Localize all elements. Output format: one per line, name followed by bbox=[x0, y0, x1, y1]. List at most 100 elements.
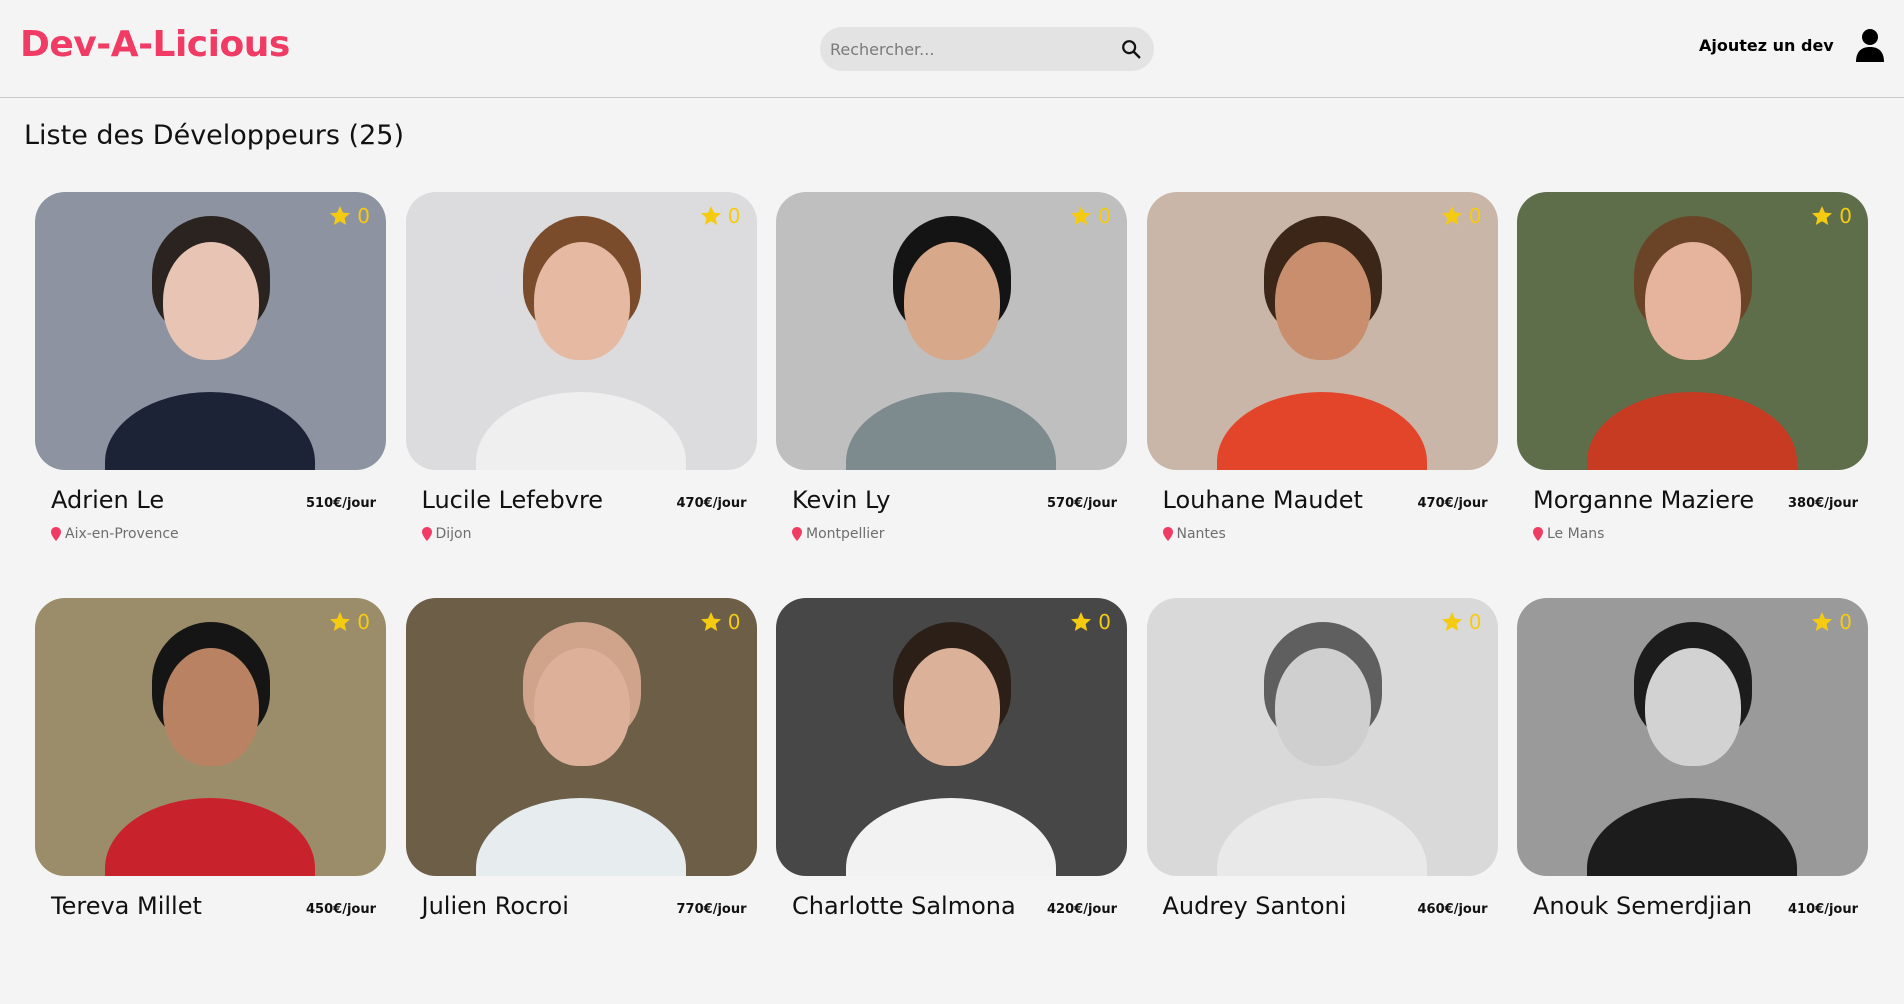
location-pin-icon bbox=[1533, 527, 1543, 541]
developer-name[interactable]: Tereva Millet bbox=[51, 892, 202, 920]
rating-value: 0 bbox=[1468, 204, 1482, 228]
rating-badge: 0 bbox=[699, 610, 741, 634]
rating-value: 0 bbox=[1839, 204, 1852, 228]
rating-badge: 0 bbox=[1440, 204, 1482, 228]
rating-value: 0 bbox=[1098, 204, 1111, 228]
developer-price: 470€/jour bbox=[1417, 496, 1488, 511]
developer-name[interactable]: Adrien Le bbox=[51, 486, 164, 514]
logo[interactable]: Dev-A-Licious bbox=[20, 24, 290, 65]
developer-card[interactable]: 0 Adrien Le 510€/jour Aix-en-Provence bbox=[35, 192, 386, 598]
developer-card[interactable]: 0 Louhane Maudet 470€/jour Nantes bbox=[1146, 192, 1498, 598]
developer-name[interactable]: Anouk Semerdjian bbox=[1533, 892, 1752, 920]
developer-grid: 0 Adrien Le 510€/jour Aix-en-Provence 0 … bbox=[35, 192, 1895, 1004]
search-bar bbox=[820, 27, 1154, 71]
rating-badge: 0 bbox=[1069, 204, 1111, 228]
developer-price: 570€/jour bbox=[1047, 496, 1117, 511]
rating-badge: 0 bbox=[1810, 204, 1852, 228]
top-header: Dev-A-Licious Ajoutez un dev bbox=[0, 0, 1904, 98]
photo-face bbox=[163, 648, 259, 766]
developer-photo[interactable]: 0 bbox=[776, 192, 1127, 470]
photo-face bbox=[1274, 242, 1371, 360]
developer-photo[interactable]: 0 bbox=[1146, 192, 1498, 470]
developer-card[interactable]: 0 Lucile Lefebvre 470€/jour Dijon bbox=[405, 192, 757, 598]
developer-photo[interactable]: 0 bbox=[1517, 598, 1868, 876]
star-icon bbox=[330, 612, 351, 631]
star-icon bbox=[700, 206, 721, 225]
developer-photo[interactable]: 0 bbox=[1146, 598, 1498, 876]
developer-photo[interactable]: 0 bbox=[405, 192, 757, 470]
developer-location: Nantes bbox=[1162, 526, 1226, 542]
location-pin-icon bbox=[1162, 527, 1173, 541]
rating-value: 0 bbox=[357, 610, 370, 634]
developer-photo[interactable]: 0 bbox=[776, 598, 1127, 876]
developer-card[interactable]: 0 Audrey Santoni 460€/jour bbox=[1146, 598, 1498, 1004]
photo-face bbox=[163, 242, 259, 360]
developer-city: Le Mans bbox=[1547, 526, 1605, 542]
developer-price: 510€/jour bbox=[306, 496, 376, 511]
developer-price: 410€/jour bbox=[1788, 902, 1858, 917]
rating-badge: 0 bbox=[1069, 610, 1111, 634]
user-icon[interactable] bbox=[1855, 28, 1885, 62]
star-icon bbox=[700, 612, 721, 631]
developer-photo[interactable]: 0 bbox=[35, 598, 386, 876]
developer-price: 420€/jour bbox=[1047, 902, 1117, 917]
rating-value: 0 bbox=[357, 204, 370, 228]
developer-name[interactable]: Julien Rocroi bbox=[422, 892, 569, 920]
developer-price: 470€/jour bbox=[676, 496, 747, 511]
rating-value: 0 bbox=[1098, 610, 1111, 634]
rating-badge: 0 bbox=[1810, 610, 1852, 634]
location-pin-icon bbox=[51, 527, 61, 541]
developer-price: 380€/jour bbox=[1788, 496, 1858, 511]
developer-city: Dijon bbox=[435, 526, 472, 542]
developer-price: 450€/jour bbox=[306, 902, 376, 917]
rating-value: 0 bbox=[1839, 610, 1852, 634]
developer-city: Nantes bbox=[1176, 526, 1226, 542]
add-dev-link[interactable]: Ajoutez un dev bbox=[1699, 36, 1834, 55]
star-icon bbox=[1441, 612, 1462, 631]
rating-badge: 0 bbox=[1440, 610, 1482, 634]
photo-face bbox=[1645, 242, 1741, 360]
rating-badge: 0 bbox=[699, 204, 741, 228]
rating-value: 0 bbox=[1468, 610, 1482, 634]
star-icon bbox=[1812, 206, 1833, 225]
developer-card[interactable]: 0 Anouk Semerdjian 410€/jour bbox=[1517, 598, 1868, 1004]
location-pin-icon bbox=[421, 527, 432, 541]
developer-photo[interactable]: 0 bbox=[1517, 192, 1868, 470]
developer-photo[interactable]: 0 bbox=[35, 192, 386, 470]
developer-name[interactable]: Louhane Maudet bbox=[1163, 486, 1363, 514]
developer-name[interactable]: Morganne Maziere bbox=[1533, 486, 1754, 514]
rating-value: 0 bbox=[727, 610, 741, 634]
location-pin-icon bbox=[792, 527, 802, 541]
developer-location: Aix-en-Provence bbox=[51, 526, 179, 542]
search-icon[interactable] bbox=[1120, 38, 1142, 60]
developer-name[interactable]: Kevin Ly bbox=[792, 486, 890, 514]
developer-photo[interactable]: 0 bbox=[405, 598, 757, 876]
developer-card[interactable]: 0 Charlotte Salmona 420€/jour bbox=[776, 598, 1127, 1004]
developer-card[interactable]: 0 Tereva Millet 450€/jour bbox=[35, 598, 386, 1004]
developer-card[interactable]: 0 Julien Rocroi 770€/jour bbox=[405, 598, 757, 1004]
rating-badge: 0 bbox=[328, 204, 370, 228]
developer-card[interactable]: 0 Morganne Maziere 380€/jour Le Mans bbox=[1517, 192, 1868, 598]
developer-city: Aix-en-Provence bbox=[65, 526, 179, 542]
developer-city: Montpellier bbox=[806, 526, 885, 542]
developer-location: Montpellier bbox=[792, 526, 885, 542]
star-icon bbox=[1441, 206, 1462, 225]
star-icon bbox=[1071, 206, 1092, 225]
developer-location: Le Mans bbox=[1533, 526, 1604, 542]
photo-face bbox=[533, 242, 630, 360]
developer-price: 770€/jour bbox=[676, 902, 747, 917]
photo-face bbox=[904, 648, 1000, 766]
developer-name[interactable]: Charlotte Salmona bbox=[792, 892, 1016, 920]
search-input[interactable] bbox=[830, 34, 1110, 64]
star-icon bbox=[1071, 612, 1092, 631]
rating-value: 0 bbox=[727, 204, 741, 228]
rating-badge: 0 bbox=[328, 610, 370, 634]
developer-card[interactable]: 0 Kevin Ly 570€/jour Montpellier bbox=[776, 192, 1127, 598]
photo-face bbox=[904, 242, 1000, 360]
page-title: Liste des Développeurs (25) bbox=[24, 120, 404, 151]
photo-face bbox=[533, 648, 630, 766]
developer-location: Dijon bbox=[421, 526, 472, 542]
developer-name[interactable]: Audrey Santoni bbox=[1163, 892, 1347, 920]
star-icon bbox=[1812, 612, 1833, 631]
developer-name[interactable]: Lucile Lefebvre bbox=[422, 486, 604, 514]
